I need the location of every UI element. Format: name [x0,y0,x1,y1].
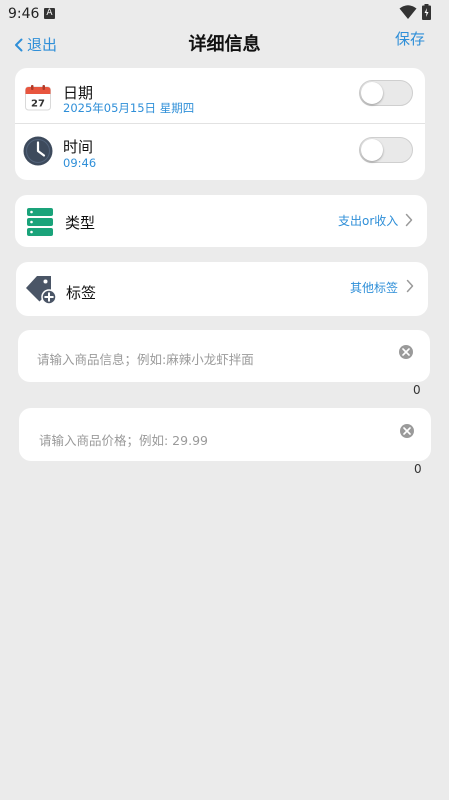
save-button[interactable]: 保存 [395,28,425,49]
type-row[interactable]: 类型 支出or收入 [15,195,427,247]
close-circle-icon[interactable] [399,345,413,359]
tag-row[interactable]: 标签 其他标签 [16,262,428,316]
date-toggle[interactable] [359,80,413,106]
type-value: 支出or收入 [338,214,399,228]
time-value: 09:46 [63,156,97,170]
date-row[interactable]: 27 日期 2025年05月15日 星期四 [15,68,425,123]
chevron-right-icon [406,279,414,293]
product-info-field[interactable]: 请输入商品信息；例如:麻辣小龙虾拌面 [18,330,430,382]
type-title: 类型 [65,214,96,232]
clock-icon [23,136,53,166]
status-bar: 9:46 A [0,0,449,28]
product-price-counter: 0 [414,462,422,476]
tag-add-icon [26,276,56,305]
notification-a-icon: A [44,8,55,19]
product-info-placeholder: 请输入商品信息；例如:麻辣小龙虾拌面 [37,352,254,367]
product-info-counter: 0 [413,383,421,397]
tag-title: 标签 [66,284,97,302]
close-x-glyph [403,427,411,435]
close-x-glyph [402,348,410,356]
battery-icon [422,4,431,20]
product-price-placeholder: 请输入商品价格；例如: 29.99 [39,433,208,448]
time-title: 时间 [63,138,94,156]
time-row[interactable]: 时间 09:46 [15,124,425,180]
page-title: 详细信息 [188,34,261,55]
nav-bar: 退出 详细信息 保存 [0,26,449,60]
product-price-field[interactable]: 请输入商品价格；例如: 29.99 [19,408,431,461]
chevron-right-icon [405,213,413,227]
calendar-icon: 27 [25,85,51,111]
calendar-day-number: 27 [31,99,45,110]
tag-value: 其他标签 [350,281,399,295]
date-toggle-knob [361,82,383,104]
time-toggle[interactable] [359,137,413,163]
status-time: 9:46 [8,6,40,22]
datetime-card: 27 日期 2025年05月15日 星期四 时间 09:46 [15,68,425,180]
wifi-icon [399,5,417,19]
list-stack-icon [27,208,53,236]
time-toggle-knob [361,139,383,161]
date-value: 2025年05月15日 星期四 [63,101,195,115]
close-circle-icon[interactable] [400,424,414,438]
